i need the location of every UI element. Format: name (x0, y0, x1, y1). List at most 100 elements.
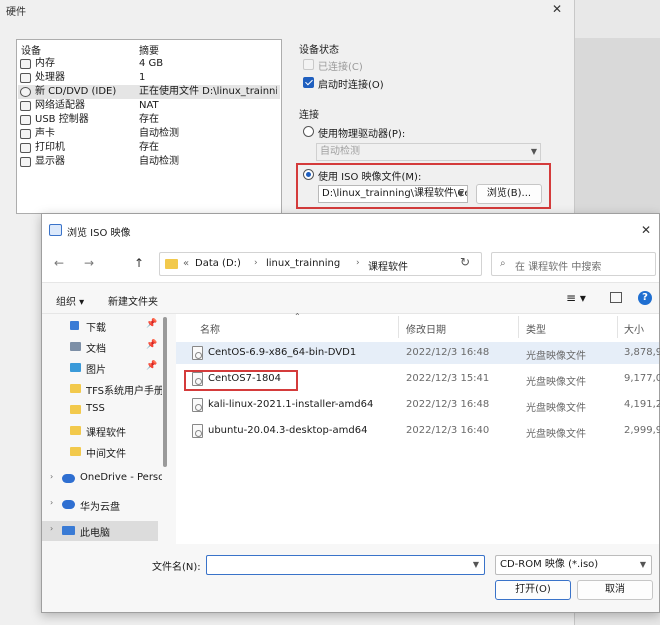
use-iso-radio[interactable] (303, 169, 314, 180)
open-button[interactable]: 打开(O) (495, 580, 571, 600)
close-icon[interactable]: ✕ (641, 223, 651, 237)
folder-icon (70, 405, 81, 414)
chevron-right-icon: › (254, 258, 258, 268)
device-summary: 正在使用文件 D:\linux_trainning\ (139, 86, 277, 97)
device-row-processor[interactable]: 处理器 1 (18, 71, 280, 85)
chevron-right-icon: › (50, 472, 54, 481)
device-name: 网络适配器 (35, 100, 85, 111)
file-row[interactable]: CentOS-6.9-x86_64-bin-DVD1 2022/12/3 16:… (176, 342, 660, 364)
device-name: 处理器 (35, 72, 65, 83)
column-divider[interactable] (398, 316, 399, 338)
sidebar-item-huawei-cloud[interactable]: › 华为云盘 (42, 495, 162, 515)
physical-drive-select[interactable]: 自动检测 ▼ (316, 143, 541, 161)
address-bar[interactable]: « Data (D:) › linux_trainning › 课程软件 ▼ (159, 252, 554, 276)
sidebar-item-pictures[interactable]: 图片 📌 (42, 358, 162, 378)
device-row-sound[interactable]: 声卡 自动检测 (18, 127, 280, 141)
column-divider[interactable] (617, 316, 618, 338)
sidebar-item-documents[interactable]: 文档 📌 (42, 337, 162, 357)
help-icon[interactable]: ? (638, 291, 652, 305)
search-input[interactable]: ⌕ 在 课程软件 中搜索 (491, 252, 656, 276)
connected-checkbox[interactable] (303, 59, 314, 70)
printer-icon (20, 143, 31, 153)
cancel-button[interactable]: 取消 (577, 580, 653, 600)
breadcrumb-overflow[interactable]: « (183, 258, 189, 269)
disc-image-file-icon (192, 398, 203, 412)
file-row[interactable]: kali-linux-2021.1-installer-amd64 2022/1… (176, 394, 660, 416)
file-date: 2022/12/3 16:48 (406, 347, 490, 358)
file-size: 4,191,2 (624, 399, 660, 410)
filetype-select[interactable]: CD-ROM 映像 (*.iso) ▼ (495, 555, 652, 575)
cd-icon (20, 87, 31, 97)
device-row-usb[interactable]: USB 控制器 存在 (18, 113, 280, 127)
memory-icon (20, 59, 31, 69)
download-icon (70, 321, 79, 330)
device-name: 声卡 (35, 128, 55, 139)
breadcrumb-drive[interactable]: Data (D:) (195, 258, 241, 269)
connection-label: 连接 (299, 110, 319, 121)
navigation-bar: ← → ↑ « Data (D:) › linux_trainning › 课程… (42, 246, 659, 282)
new-folder-button[interactable]: 新建文件夹 (108, 293, 158, 308)
file-date: 2022/12/3 16:40 (406, 425, 490, 436)
refresh-icon[interactable]: ↻ (460, 255, 470, 269)
sidebar-item-course-software[interactable]: 课程软件 (42, 421, 162, 441)
device-row-cd-dvd[interactable]: 新 CD/DVD (IDE) 正在使用文件 D:\linux_trainning… (18, 85, 280, 99)
chevron-down-icon: ▼ (639, 560, 646, 569)
column-header-date[interactable]: 修改日期 (406, 321, 446, 336)
sidebar-item-onedrive[interactable]: › OneDrive - Perso (42, 469, 162, 489)
up-arrow-icon[interactable]: ↑ (134, 256, 144, 270)
cloud-icon (62, 500, 75, 509)
file-date: 2022/12/3 15:41 (406, 373, 490, 384)
device-row-network[interactable]: 网络适配器 NAT (18, 99, 280, 113)
sidebar-item-label: 此电脑 (80, 528, 110, 539)
column-header-size[interactable]: 大小 (624, 321, 644, 336)
connect-at-power-on-label: 启动时连接(O) (318, 80, 384, 91)
sidebar-item-tss[interactable]: TSS (42, 400, 162, 420)
breadcrumb-current[interactable]: 课程软件 (368, 258, 408, 273)
browse-button[interactable]: 浏览(B)... (476, 184, 542, 204)
breadcrumb-folder[interactable]: linux_trainning (266, 258, 340, 269)
pin-icon: 📌 (146, 319, 158, 329)
sidebar-item-intermediate[interactable]: 中间文件 (42, 442, 162, 462)
file-date: 2022/12/3 16:48 (406, 399, 490, 410)
sidebar-scrollbar[interactable] (163, 317, 167, 467)
file-type: 光盘映像文件 (526, 403, 586, 414)
usb-icon (20, 115, 31, 125)
cloud-icon (62, 474, 75, 483)
file-row[interactable]: ubuntu-20.04.3-desktop-amd64 2022/12/3 1… (176, 420, 660, 442)
sidebar-item-downloads[interactable]: 下载 📌 (42, 316, 162, 336)
file-type: 光盘映像文件 (526, 377, 586, 388)
organize-button[interactable]: 组织 ▾ (56, 293, 84, 308)
column-header-type[interactable]: 类型 (526, 321, 546, 336)
sidebar-item-tfs[interactable]: TFS系统用户手册 (42, 379, 162, 399)
forward-arrow-icon[interactable]: → (84, 256, 94, 270)
view-options-icon[interactable]: ≡ ▾ (566, 291, 586, 305)
picture-icon (70, 363, 81, 372)
column-header-name[interactable]: 名称 (200, 321, 220, 336)
sidebar-item-this-pc[interactable]: › 此电脑 (42, 521, 158, 541)
file-type: 光盘映像文件 (526, 429, 586, 440)
navigation-pane: 下载 📌 文档 📌 图片 📌 TFS系统用户手册 TSS 课程软件 中间文件 ›… (42, 314, 176, 544)
device-row-memory[interactable]: 内存 4 GB (18, 57, 280, 71)
device-row-display[interactable]: 显示器 自动检测 (18, 155, 280, 169)
connect-at-power-on-checkbox[interactable] (303, 77, 314, 88)
device-summary: 自动检测 (139, 128, 179, 139)
iso-path-input[interactable]: D:\linux_trainning\课程软件\Ce ▼ (318, 185, 468, 203)
use-physical-drive-radio[interactable] (303, 126, 314, 137)
file-name: ubuntu-20.04.3-desktop-amd64 (208, 425, 368, 436)
hardware-dialog-title: 硬件 (6, 7, 26, 18)
device-summary: 存在 (139, 114, 159, 125)
filename-input[interactable]: ▼ (206, 555, 485, 575)
dialog-footer: 文件名(N): ▼ CD-ROM 映像 (*.iso) ▼ 打开(O) 取消 (42, 544, 659, 612)
device-row-printer[interactable]: 打印机 存在 (18, 141, 280, 155)
column-divider[interactable] (518, 316, 519, 338)
close-icon[interactable]: ✕ (550, 2, 564, 16)
chevron-right-icon: › (50, 524, 54, 533)
chevron-right-icon: › (356, 258, 360, 268)
disc-image-icon (49, 224, 62, 236)
device-name: 打印机 (35, 142, 65, 153)
chevron-down-icon[interactable]: ▼ (473, 556, 479, 574)
back-arrow-icon[interactable]: ← (54, 256, 64, 270)
processor-icon (20, 73, 31, 83)
preview-pane-icon[interactable] (610, 292, 622, 303)
monitor-icon (20, 157, 31, 167)
